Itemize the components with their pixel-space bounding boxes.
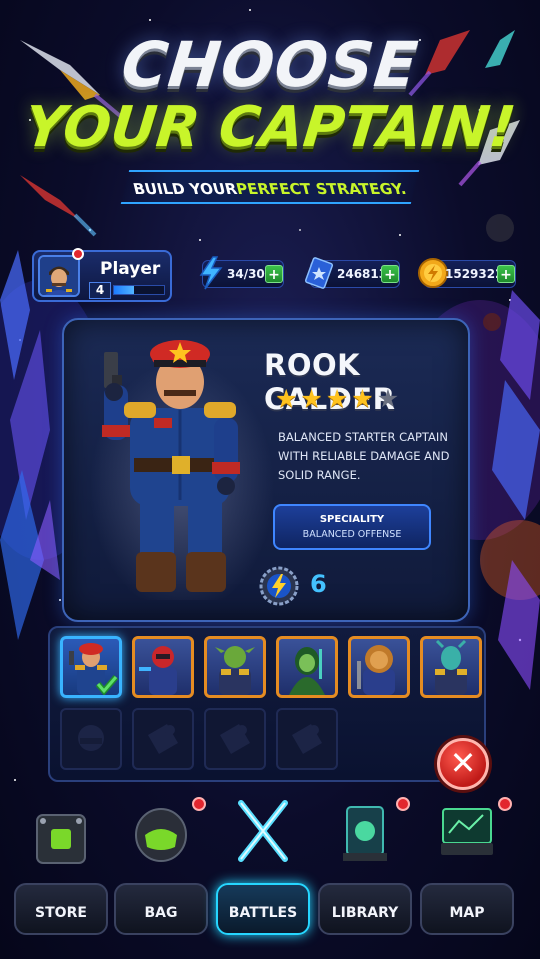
store-icon [36,814,86,864]
locked-puzzle-icon [147,723,179,755]
speciality-box: SPECIALITY BALANCED OFFENSE [273,504,431,550]
nav-battles[interactable]: BATTLES [216,785,310,935]
star-filled-icon: ★ [325,384,352,413]
map-icon [441,808,493,855]
speciality-value: BALANCED OFFENSE [302,529,402,540]
subtitle-highlight: PERFECT STRATEGY. [234,180,409,198]
captain-thumbnail [357,645,395,695]
captain-thumbnail [289,647,325,695]
xp-progress-bar [113,285,165,295]
roster-slot-teal-alien-fighter[interactable] [420,636,482,698]
roster-slot-locked [132,708,194,770]
roster-slot-green-hooded-warrior[interactable] [276,636,338,698]
ticket-icon [304,257,334,289]
tickets-counter: 246813 + [304,257,400,289]
coins-value: 1529322 [445,267,504,281]
captain-roster [48,626,486,782]
nav-battles-label: BATTLES [228,905,298,921]
close-button[interactable]: ✕ [437,738,489,790]
energy-counter: 34/30 + [199,256,284,290]
bottom-navigation: STORE BAG BATTLES LIBRARY MAP [0,797,540,959]
star-filled-icon: ★ [351,384,377,413]
roster-slot-locked [204,708,266,770]
energy-value: 34/30 [227,267,265,281]
roster-slot-locked [60,708,122,770]
xp-progress-fill [114,286,134,294]
speciality-label: SPECIALITY [319,514,385,525]
bag-icon [135,808,187,862]
library-notification-badge [396,797,410,811]
player-notification-badge [72,248,84,260]
star-filled-icon: ★ [300,384,326,413]
captain-power-value: 6 [310,570,327,598]
roster-slot-lion-warrior[interactable] [348,636,410,698]
nav-map-label: MAP [449,905,485,921]
subtitle-banner: BUILD YOUR PERFECT STRATEGY. [120,170,420,204]
crossed-swords-icon [238,800,288,862]
captain-thumbnail [435,639,467,695]
add-tickets-button[interactable]: + [381,265,399,283]
library-icon [343,806,387,861]
roster-slot-red-helmet-trooper[interactable] [132,636,194,698]
captain-thumbnail [215,646,255,695]
locked-puzzle-icon [291,723,323,755]
roster-slot-locked [276,708,338,770]
player-avatar-icon [40,257,78,295]
page-title-line1: CHOOSE [118,28,422,101]
roster-slot-green-goblin-gunner[interactable] [204,636,266,698]
roster-slot-rook-calder[interactable] [60,636,122,698]
locked-puzzle-icon [219,723,251,755]
tickets-value: 246813 [337,267,388,281]
selected-check-icon [95,675,119,695]
captain-description: BALANCED STARTER CAPTAIN WITH RELIABLE D… [278,430,450,482]
map-notification-badge [498,797,512,811]
nav-library-label: LIBRARY [331,905,399,921]
power-gear-icon [259,566,299,606]
nav-store-label: STORE [35,905,87,921]
nav-store[interactable]: STORE [14,785,108,935]
player-level-badge: 4 [89,282,111,299]
nav-bag[interactable]: BAG [114,785,208,935]
page-title-line2: YOUR CAPTAIN! [21,95,519,160]
captain-portrait [102,340,240,592]
title-banner: CHOOSE YOUR CAPTAIN! BUILD YOUR PERFECT … [0,28,540,204]
nav-library[interactable]: LIBRARY [318,785,412,935]
captain-detail-card: ROOK CALDER ★★★★★ BALANCED STARTER CAPTA… [62,318,470,622]
subtitle-text: BUILD YOUR [130,180,239,198]
star-filled-icon: ★ [275,384,301,413]
nav-map[interactable]: MAP [420,785,514,935]
captain-rating-stars: ★★★★★ [275,384,402,413]
locked-helmet-icon [78,725,104,751]
add-energy-button[interactable]: + [265,265,283,283]
avatar[interactable] [38,255,80,297]
captain-thumbnail [139,646,177,695]
star-empty-icon: ★ [376,384,403,413]
coins-counter: 1529322 + [418,258,516,288]
player-profile[interactable]: Player 4 [32,248,172,302]
bag-notification-badge [192,797,206,811]
nav-bag-label: BAG [144,905,178,921]
player-name: Player [100,259,161,279]
lightning-icon [199,256,223,290]
add-coins-button[interactable]: + [497,265,515,283]
